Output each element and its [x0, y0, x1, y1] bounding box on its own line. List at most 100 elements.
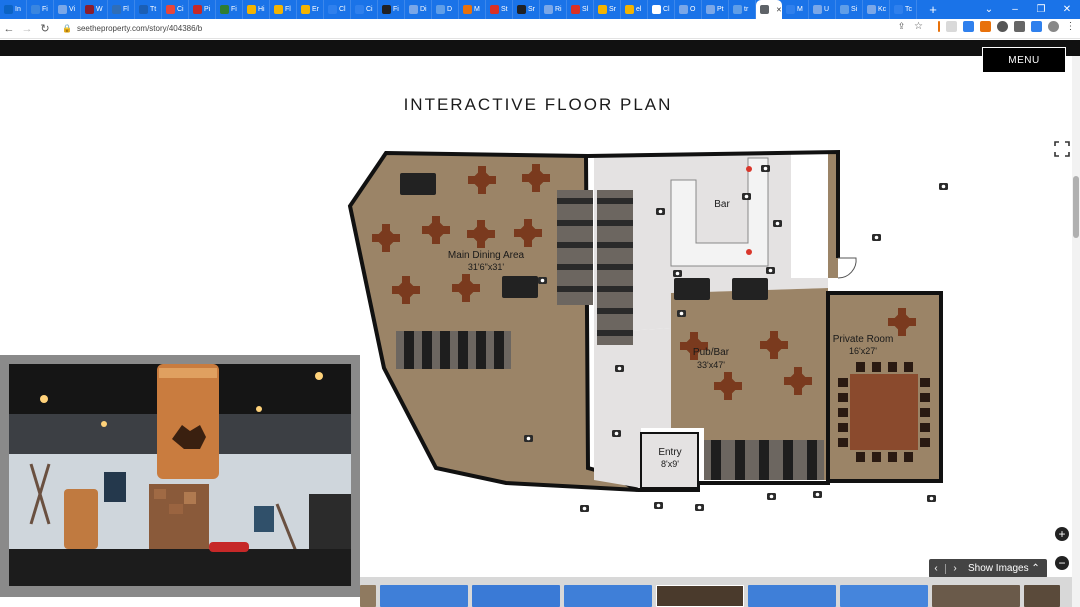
browser-tab[interactable]: Sr	[594, 0, 621, 19]
camera-icon[interactable]	[524, 435, 533, 442]
menu-button[interactable]: MENU	[982, 47, 1066, 73]
camera-icon[interactable]	[767, 493, 776, 500]
image-thumbnail[interactable]	[472, 585, 560, 607]
more-menu-icon[interactable]: ⋮	[1065, 21, 1076, 32]
minimize-icon[interactable]: –	[1002, 0, 1028, 19]
camera-icon[interactable]	[773, 220, 782, 227]
back-icon[interactable]: ←	[0, 23, 18, 35]
extension-icon[interactable]	[997, 21, 1008, 32]
browser-tab[interactable]: U	[809, 0, 836, 19]
image-thumbnail[interactable]	[380, 585, 468, 607]
browser-tab[interactable]: Ri	[540, 0, 567, 19]
camera-icon[interactable]	[677, 310, 686, 317]
camera-icon[interactable]	[939, 183, 948, 190]
page-scrollbar[interactable]	[1072, 56, 1080, 607]
browser-tab[interactable]: St	[486, 0, 513, 19]
camera-icon[interactable]	[766, 267, 775, 274]
browser-tab[interactable]: Tt	[135, 0, 162, 19]
browser-tab[interactable]: Hi	[243, 0, 270, 19]
browser-tab[interactable]: M	[782, 0, 809, 19]
browser-tab[interactable]: Cl	[648, 0, 675, 19]
browser-tab-active[interactable]: ✕	[756, 0, 782, 19]
show-images-label[interactable]: Show Images	[968, 563, 1029, 574]
browser-tab[interactable]: Vi	[54, 0, 81, 19]
extension-icon[interactable]	[980, 21, 991, 32]
browser-tab[interactable]: Di	[405, 0, 432, 19]
browser-tab[interactable]: Ci	[351, 0, 378, 19]
browser-tab[interactable]: Fl	[270, 0, 297, 19]
browser-tab[interactable]: Kc	[863, 0, 890, 19]
browser-tab[interactable]: Pi	[189, 0, 216, 19]
tab-favicon-icon	[436, 5, 445, 14]
browser-tab[interactable]: Fi	[27, 0, 54, 19]
chevron-up-icon[interactable]: ⌃	[1029, 563, 1043, 574]
browser-tab[interactable]: D	[432, 0, 459, 19]
camera-icon[interactable]	[656, 208, 665, 215]
camera-icon[interactable]	[615, 365, 624, 372]
photo-preview-panel[interactable]	[0, 355, 360, 597]
browser-tab[interactable]: Sl	[567, 0, 594, 19]
url-field[interactable]: 🔒 seetheproperty.com/story/404386/b	[62, 24, 202, 33]
camera-icon[interactable]	[813, 491, 822, 498]
browser-tab[interactable]: Fi	[378, 0, 405, 19]
camera-icon[interactable]	[612, 430, 621, 437]
camera-icon[interactable]	[695, 504, 704, 511]
browser-tab[interactable]: M	[459, 0, 486, 19]
camera-icon[interactable]	[673, 270, 682, 277]
browser-tab[interactable]: Sr	[513, 0, 540, 19]
image-thumbnail[interactable]	[840, 585, 928, 607]
camera-icon[interactable]	[654, 502, 663, 509]
booth-divider	[597, 308, 633, 314]
browser-tab[interactable]: In	[0, 0, 27, 19]
hotspot-marker[interactable]	[746, 166, 752, 172]
zoom-in-button[interactable]: +	[1055, 527, 1069, 541]
browser-tab[interactable]: el	[621, 0, 648, 19]
fullscreen-icon[interactable]	[1054, 141, 1070, 157]
zoom-out-button[interactable]: −	[1055, 556, 1069, 570]
browser-tab[interactable]: Cl	[324, 0, 351, 19]
camera-icon[interactable]	[538, 277, 547, 284]
close-window-icon[interactable]: ✕	[1054, 0, 1080, 19]
image-thumbnail[interactable]	[748, 585, 836, 607]
scrollbar-thumb[interactable]	[1073, 176, 1079, 238]
image-thumbnail[interactable]	[360, 585, 376, 607]
extension-icon[interactable]	[963, 21, 974, 32]
show-images-control[interactable]: ‹ › Show Images ⌃	[929, 559, 1047, 578]
extensions-puzzle-icon[interactable]	[1014, 21, 1025, 32]
browser-tab[interactable]: Fl	[108, 0, 135, 19]
image-thumbnail[interactable]	[564, 585, 652, 607]
tab-search-icon[interactable]: ⌄	[976, 0, 1002, 19]
close-tab-icon[interactable]: ✕	[776, 6, 781, 14]
profile-avatar[interactable]	[1048, 21, 1059, 32]
tab-label: Sr	[528, 6, 535, 13]
image-thumbnail[interactable]	[932, 585, 1020, 607]
camera-icon[interactable]	[761, 165, 770, 172]
browser-tab[interactable]: Pt	[702, 0, 729, 19]
image-thumbnail[interactable]	[1024, 585, 1060, 607]
next-image-arrow-icon[interactable]: ›	[948, 563, 962, 574]
browser-tab[interactable]: Fi	[216, 0, 243, 19]
browser-tab[interactable]: Ci	[162, 0, 189, 19]
browser-tab[interactable]: O	[675, 0, 702, 19]
booth-divider	[711, 440, 721, 480]
browser-tab[interactable]: tr	[729, 0, 756, 19]
browser-tab[interactable]: Er	[297, 0, 324, 19]
camera-icon[interactable]	[927, 495, 936, 502]
new-tab-button[interactable]: +	[925, 2, 941, 17]
extension-icon[interactable]	[946, 21, 957, 32]
browser-tab[interactable]: Si	[836, 0, 863, 19]
camera-icon[interactable]	[742, 193, 751, 200]
prev-image-arrow-icon[interactable]: ‹	[929, 563, 943, 574]
camera-icon[interactable]	[872, 234, 881, 241]
forward-icon[interactable]: →	[18, 23, 36, 35]
browser-tab[interactable]: Tc	[890, 0, 917, 19]
sidebar-icon[interactable]	[1031, 21, 1042, 32]
bookmark-star-icon[interactable]: ☆	[913, 21, 924, 32]
image-thumbnail-active[interactable]	[656, 585, 744, 607]
camera-icon[interactable]	[580, 505, 589, 512]
hotspot-marker[interactable]	[746, 249, 752, 255]
browser-tab[interactable]: W	[81, 0, 108, 19]
restore-icon[interactable]: ❐	[1028, 0, 1054, 19]
share-icon[interactable]: ⇪	[896, 21, 907, 32]
reload-icon[interactable]: ↻	[36, 22, 54, 35]
